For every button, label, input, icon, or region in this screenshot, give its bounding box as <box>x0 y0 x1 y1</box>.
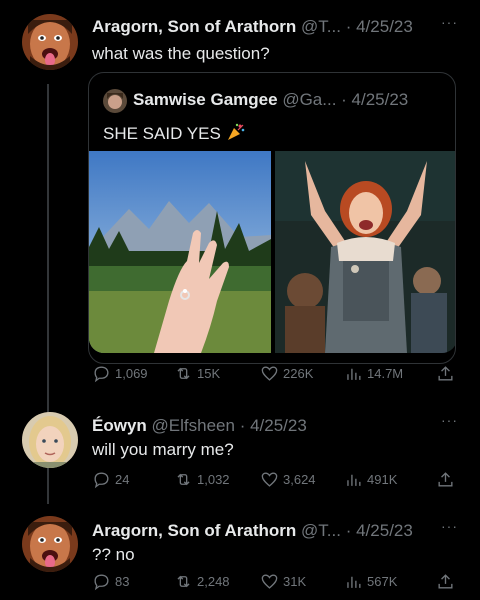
quoted-text: SHE SAID YES <box>103 124 221 143</box>
like-count: 3,624 <box>283 472 316 487</box>
like-count: 31K <box>283 574 307 589</box>
retweet-button[interactable]: 1,032 <box>174 470 230 489</box>
share-button[interactable] <box>436 364 455 383</box>
like-button[interactable]: 31K <box>260 572 306 591</box>
image-celebrating-woman[interactable] <box>275 151 455 353</box>
retweet-count: 15K <box>197 366 221 381</box>
tweet-actions: 1,069 15K 226K 14.7M <box>92 364 462 386</box>
tweet-actions: 83 2,248 31K 567K <box>92 572 462 594</box>
reply-button[interactable]: 83 <box>92 572 129 591</box>
reply-button[interactable]: 24 <box>92 470 129 489</box>
avatar-aragorn[interactable] <box>22 14 78 70</box>
tweet-aragorn-1[interactable]: Aragorn, Son of Arathorn @T... · 4/25/23… <box>0 0 480 395</box>
handle[interactable]: @T... <box>301 521 341 540</box>
tweet-header: Éowyn @Elfsheen · 4/25/23 <box>92 416 307 436</box>
reply-count: 24 <box>115 472 130 487</box>
timestamp[interactable]: · 4/25/23 <box>346 521 413 540</box>
heart-icon <box>261 472 278 487</box>
quoted-tweet[interactable]: Samwise Gamgee @Ga... · 4/25/23 SHE SAID… <box>88 72 456 364</box>
views-button[interactable]: 491K <box>344 470 397 489</box>
analytics-icon <box>347 474 361 486</box>
more-options-icon[interactable]: ··· <box>441 412 458 428</box>
share-icon <box>438 366 453 381</box>
retweet-icon <box>177 367 190 380</box>
timestamp[interactable]: · 4/25/23 <box>240 416 307 435</box>
tweet-actions: 24 1,032 3,624 491K <box>92 470 462 492</box>
quoted-timestamp: · 4/25/23 <box>341 90 409 109</box>
reply-count: 83 <box>115 574 130 589</box>
image-engagement-ring[interactable] <box>89 151 271 353</box>
avatar-samwise <box>103 89 127 113</box>
avatar-aragorn[interactable] <box>22 516 78 572</box>
share-icon <box>438 472 453 487</box>
view-count: 491K <box>367 472 398 487</box>
tweet-eowyn[interactable]: Éowyn @Elfsheen · 4/25/23 ··· will you m… <box>0 400 480 500</box>
quoted-display-name: Samwise Gamgee <box>133 90 278 109</box>
quoted-header: Samwise Gamgee @Ga... · 4/25/23 <box>133 90 408 110</box>
heart-icon <box>261 366 278 381</box>
reply-count: 1,069 <box>115 366 148 381</box>
views-button[interactable]: 14.7M <box>344 364 403 383</box>
reply-icon <box>94 366 109 383</box>
tweet-text: ?? no <box>92 545 135 564</box>
handle[interactable]: @Elfsheen <box>152 416 235 435</box>
display-name[interactable]: Aragorn, Son of Arathorn <box>92 17 296 36</box>
retweet-button[interactable]: 15K <box>174 364 220 383</box>
tweet-aragorn-2[interactable]: Aragorn, Son of Arathorn @T... · 4/25/23… <box>0 505 480 600</box>
retweet-icon <box>177 575 190 588</box>
like-button[interactable]: 226K <box>260 364 313 383</box>
party-popper-icon <box>226 123 246 143</box>
share-icon <box>438 574 453 589</box>
retweet-count: 2,248 <box>197 574 230 589</box>
tweet-text: what was the question? <box>92 44 270 63</box>
view-count: 567K <box>367 574 398 589</box>
display-name[interactable]: Aragorn, Son of Arathorn <box>92 521 296 540</box>
heart-icon <box>261 574 278 589</box>
quoted-text-row: SHE SAID YES <box>103 122 246 144</box>
tweet-header: Aragorn, Son of Arathorn @T... · 4/25/23 <box>92 17 413 37</box>
analytics-icon <box>347 368 361 380</box>
quoted-handle: @Ga... <box>282 90 337 109</box>
view-count: 14.7M <box>367 366 404 381</box>
tweet-text: will you marry me? <box>92 440 234 459</box>
share-button[interactable] <box>436 470 455 489</box>
share-button[interactable] <box>436 572 455 591</box>
analytics-icon <box>347 576 361 588</box>
retweet-count: 1,032 <box>197 472 230 487</box>
like-count: 226K <box>283 366 314 381</box>
views-button[interactable]: 567K <box>344 572 397 591</box>
reply-button[interactable]: 1,069 <box>92 364 148 383</box>
handle[interactable]: @T... <box>301 17 341 36</box>
tweet-header: Aragorn, Son of Arathorn @T... · 4/25/23 <box>92 521 413 541</box>
retweet-button[interactable]: 2,248 <box>174 572 230 591</box>
like-button[interactable]: 3,624 <box>260 470 316 489</box>
reply-icon <box>94 472 109 489</box>
avatar-eowyn[interactable] <box>22 412 78 468</box>
display-name[interactable]: Éowyn <box>92 416 147 435</box>
retweet-icon <box>177 473 190 486</box>
more-options-icon[interactable]: ··· <box>441 14 458 30</box>
timestamp[interactable]: · 4/25/23 <box>346 17 413 36</box>
reply-icon <box>94 574 109 591</box>
more-options-icon[interactable]: ··· <box>441 518 458 534</box>
